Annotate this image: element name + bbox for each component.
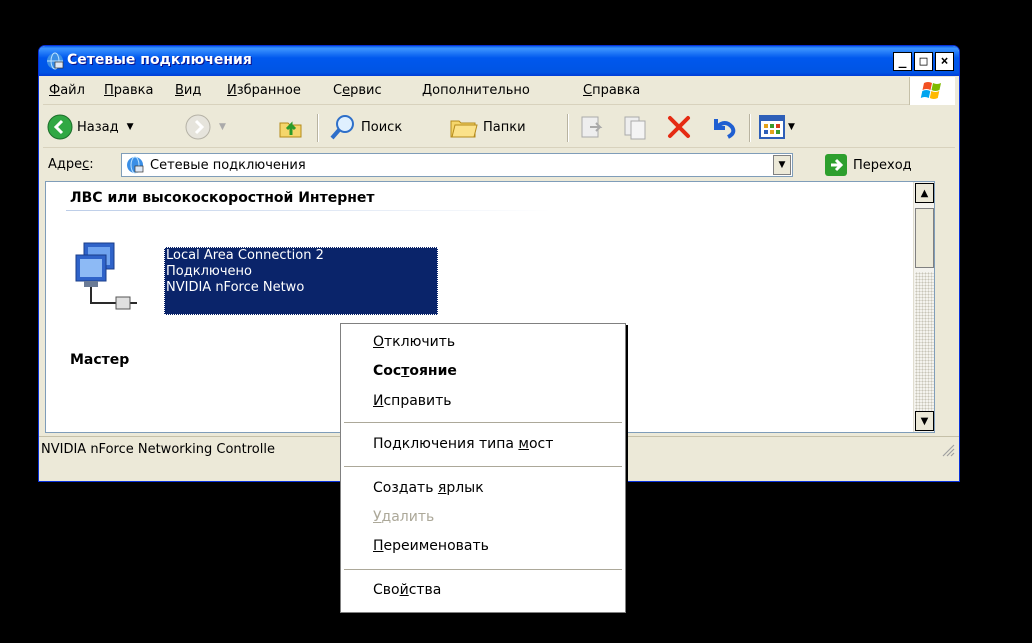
folders-button[interactable]: Папки [449,106,526,148]
menu-view[interactable]: Вид [175,83,201,98]
forward-arrow-icon [185,114,211,140]
menu-item-status[interactable]: Состояние [373,363,457,379]
back-arrow-icon [47,114,73,140]
scroll-thumb[interactable] [915,208,934,268]
title-bar[interactable]: Сетевые подключения _ □ × [39,46,959,76]
toolbar-separator [567,114,569,142]
connection-item-label[interactable]: Local Area Connection 2 Подключено NVIDI… [164,247,438,315]
delete-button[interactable] [665,106,693,148]
menu-separator [344,569,622,570]
menu-help[interactable]: Справка [583,83,640,98]
windows-logo [909,77,955,105]
connection-device: NVIDIA nForce Netwo [166,280,305,295]
menu-item-bridge[interactable]: Подключения типа мост [373,436,553,452]
chevron-down-icon: ▼ [778,160,786,170]
menu-advanced[interactable]: Дополнительно [422,83,530,98]
network-connections-icon [47,52,64,70]
address-input[interactable]: Сетевые подключения ▼ [121,153,793,177]
address-label: Адрес: [48,157,94,172]
menu-favorites[interactable]: Избранное [227,83,301,98]
views-dropdown-icon[interactable]: ▼ [788,122,795,132]
minimize-button[interactable]: _ [893,52,912,71]
menu-item-delete: Удалить [373,509,435,525]
menu-item-create-shortcut[interactable]: Создать ярлык [373,480,484,496]
move-to-icon [581,116,603,138]
move-to-button[interactable] [578,106,606,148]
standard-toolbar: Назад ▼ ▼ Поиск Папки ▼ [43,106,955,148]
menu-separator [344,466,622,467]
delete-x-icon [668,116,690,138]
folders-icon [450,120,478,138]
connection-status: Подключено [166,264,252,279]
window-title: Сетевые подключения [67,52,252,68]
views-button[interactable]: ▼ [759,106,795,148]
menu-item-disconnect[interactable]: Отключить [373,334,455,350]
chevron-up-icon: ▲ [920,187,929,199]
up-button[interactable] [277,106,305,148]
chevron-down-icon: ▼ [920,415,929,427]
copy-to-button[interactable] [621,106,649,148]
folder-up-icon [279,121,302,138]
group-header-lan: ЛВС или высокоскоростной Интернет [70,190,375,206]
network-connection-icon[interactable] [74,237,144,313]
menu-edit[interactable]: Правка [104,83,153,98]
menu-bar: Файл Правка Вид Избранное Сервис Дополни… [43,77,955,105]
maximize-button[interactable]: □ [914,52,933,71]
scroll-track[interactable] [915,272,934,412]
resize-grip-icon[interactable] [941,443,955,457]
context-menu: Отключить Состояние Исправить Подключени… [340,323,626,613]
menu-file[interactable]: Файл [49,83,85,98]
menu-tools[interactable]: Сервис [333,83,382,98]
address-bar: Адрес: Сетевые подключения ▼ Переход [43,149,955,181]
scroll-up-button[interactable]: ▲ [915,183,934,203]
vertical-scrollbar[interactable]: ▲ ▼ [913,182,934,432]
go-arrow-icon [825,154,847,176]
scroll-down-button[interactable]: ▼ [915,411,934,431]
toolbar-separator [317,114,319,142]
connection-name: Local Area Connection 2 [166,248,324,263]
toolbar-separator [749,114,751,142]
back-dropdown-icon[interactable]: ▼ [127,122,134,132]
menu-item-rename[interactable]: Переименовать [373,538,489,554]
copy-to-icon [624,116,646,140]
status-text: NVIDIA nForce Networking Controlle [41,442,275,457]
forward-dropdown-icon[interactable]: ▼ [219,122,226,132]
windows-flag-icon [920,82,941,99]
search-icon [330,115,354,140]
address-value: Сетевые подключения [150,158,306,173]
group-divider [66,210,551,211]
undo-icon [714,119,736,139]
menu-item-repair[interactable]: Исправить [373,393,452,409]
menu-item-properties[interactable]: Свойства [373,582,441,598]
back-button[interactable]: Назад ▼ [47,106,134,148]
undo-button[interactable] [708,106,736,148]
close-button[interactable]: × [935,52,954,71]
address-dropdown-button[interactable]: ▼ [773,155,791,175]
forward-button[interactable]: ▼ [185,106,226,148]
menu-separator [344,422,622,423]
network-connections-icon [127,156,144,174]
group-header-wizard: Мастер [70,352,130,368]
search-button[interactable]: Поиск [329,106,402,148]
views-icon [759,115,785,139]
go-button[interactable]: Переход [825,153,912,177]
